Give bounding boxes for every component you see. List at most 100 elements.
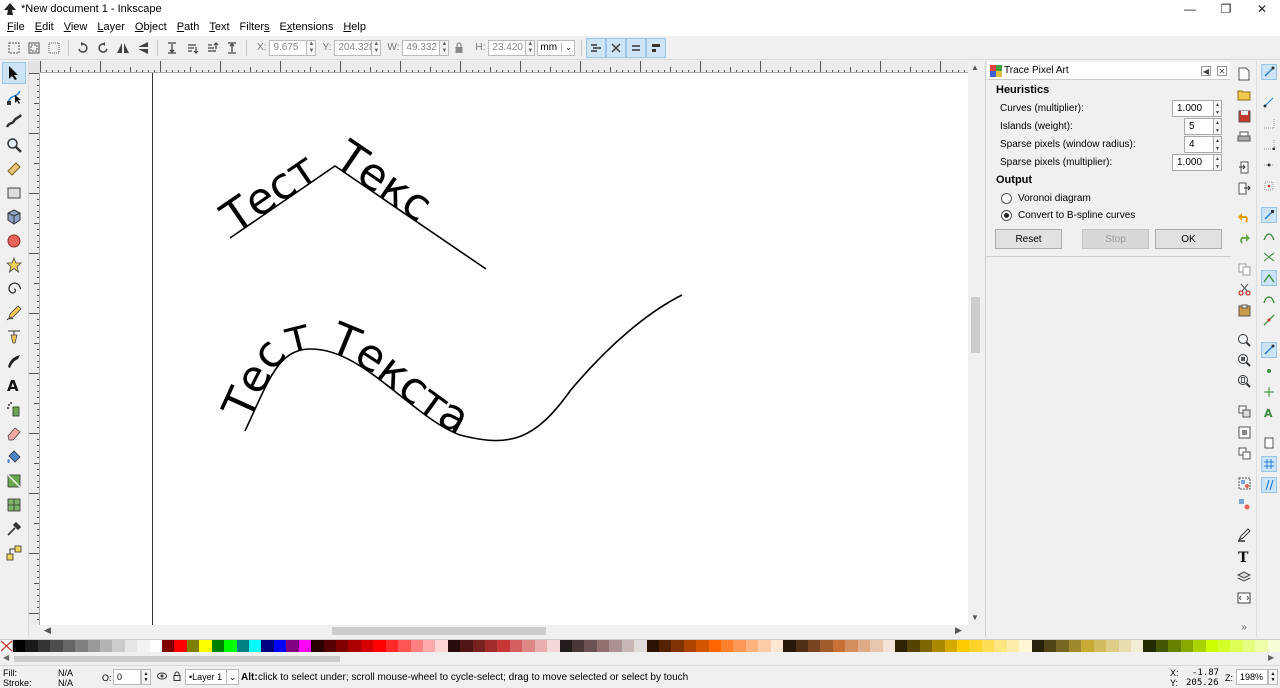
color-swatch[interactable] bbox=[485, 640, 498, 652]
color-swatch[interactable] bbox=[75, 640, 88, 652]
sparse-radius-input[interactable]: 4 bbox=[1184, 136, 1214, 153]
color-swatch[interactable] bbox=[286, 640, 299, 652]
palette-scroll-right-icon[interactable]: ▶ bbox=[1268, 653, 1274, 662]
calligraphy-tool[interactable] bbox=[2, 350, 26, 372]
bspline-option[interactable]: Convert to B-spline curves bbox=[1001, 207, 1135, 223]
drawing-canvas[interactable]: Тест Текс Тест Текста bbox=[40, 73, 968, 625]
color-swatch[interactable] bbox=[733, 640, 746, 652]
scale-stroke-icon[interactable] bbox=[585, 37, 606, 58]
opacity-input[interactable]: 0 bbox=[113, 669, 141, 685]
layers-icon[interactable] bbox=[1236, 569, 1252, 585]
zoom-selection-icon[interactable] bbox=[1236, 332, 1252, 348]
color-swatch[interactable] bbox=[435, 640, 448, 652]
palette-scroll-left-icon[interactable]: ◀ bbox=[3, 653, 9, 662]
clone-icon[interactable] bbox=[1236, 424, 1252, 440]
color-swatch[interactable] bbox=[857, 640, 871, 652]
horizontal-scrollbar[interactable]: ◀ ▶ bbox=[40, 625, 968, 637]
dialog-tab[interactable]: Trace Pixel Art ◀ ✕ bbox=[987, 62, 1230, 80]
unit-select[interactable]: mm ⌄ bbox=[537, 39, 575, 56]
color-swatch[interactable] bbox=[683, 640, 697, 652]
color-swatch[interactable] bbox=[398, 640, 411, 652]
minimize-button[interactable]: — bbox=[1172, 0, 1208, 18]
color-swatch[interactable] bbox=[348, 640, 361, 652]
cut-icon[interactable] bbox=[1236, 281, 1252, 297]
curves-multiplier-input[interactable]: 1.000 bbox=[1172, 100, 1214, 117]
color-swatch[interactable] bbox=[87, 640, 100, 652]
gradient-tool[interactable] bbox=[2, 470, 26, 492]
snap-paths-icon[interactable] bbox=[1261, 228, 1277, 244]
snap-page-border-icon[interactable] bbox=[1261, 435, 1277, 451]
color-swatch[interactable] bbox=[832, 640, 846, 652]
color-swatch[interactable] bbox=[162, 640, 175, 652]
color-swatch[interactable] bbox=[360, 640, 374, 652]
more-commands-icon[interactable]: » bbox=[1236, 619, 1252, 635]
save-icon[interactable] bbox=[1236, 108, 1252, 124]
menu-item-edit[interactable]: Edit bbox=[30, 21, 59, 33]
color-swatch[interactable] bbox=[969, 640, 982, 652]
color-swatch[interactable] bbox=[1230, 640, 1243, 652]
color-swatch[interactable] bbox=[1205, 640, 1218, 652]
color-swatch[interactable] bbox=[808, 640, 821, 652]
color-swatch[interactable] bbox=[1019, 640, 1032, 652]
fill-value[interactable]: N/A bbox=[58, 668, 73, 678]
color-swatch[interactable] bbox=[944, 640, 958, 652]
unlink-clone-icon[interactable] bbox=[1236, 445, 1252, 461]
redo-icon[interactable] bbox=[1236, 230, 1252, 246]
color-swatch[interactable] bbox=[957, 640, 970, 652]
color-swatch[interactable] bbox=[1180, 640, 1194, 652]
color-swatch[interactable] bbox=[547, 640, 560, 652]
palette-scroll-thumb[interactable] bbox=[14, 656, 340, 662]
color-swatch[interactable] bbox=[99, 640, 113, 652]
color-swatch[interactable] bbox=[882, 640, 895, 652]
color-swatch[interactable] bbox=[1081, 640, 1094, 652]
scroll-down-icon[interactable]: ▼ bbox=[971, 613, 979, 622]
sparse-multiplier-spinner[interactable]: ▲ ▼ bbox=[1214, 154, 1222, 171]
horizontal-ruler[interactable] bbox=[40, 61, 968, 73]
color-swatch[interactable] bbox=[894, 640, 908, 652]
color-swatch[interactable] bbox=[311, 640, 324, 652]
eye-visible-icon[interactable] bbox=[157, 672, 167, 682]
color-swatch[interactable] bbox=[249, 640, 262, 652]
color-swatch[interactable] bbox=[410, 640, 423, 652]
bottom-path-text[interactable]: Тест Текста bbox=[212, 308, 478, 445]
fill-stroke-icon[interactable] bbox=[1236, 527, 1252, 543]
opacity-spinner[interactable]: ▲ ▼ bbox=[141, 669, 151, 685]
snap-smooth-nodes-icon[interactable] bbox=[1261, 291, 1277, 307]
open-folder-icon[interactable] bbox=[1236, 87, 1252, 103]
color-swatch[interactable] bbox=[534, 640, 548, 652]
rotate-ccw-icon[interactable] bbox=[75, 40, 91, 56]
tweak-tool[interactable] bbox=[2, 110, 26, 132]
color-swatch[interactable] bbox=[199, 640, 212, 652]
color-swatch[interactable] bbox=[795, 640, 808, 652]
paste-icon[interactable] bbox=[1236, 302, 1252, 318]
maximize-button[interactable]: ❐ bbox=[1208, 0, 1244, 18]
color-swatch[interactable] bbox=[137, 640, 150, 652]
w-input[interactable]: 49.332 bbox=[402, 39, 441, 56]
color-swatch[interactable] bbox=[112, 640, 125, 652]
text-font-icon[interactable]: T bbox=[1236, 548, 1252, 564]
color-swatch[interactable] bbox=[422, 640, 436, 652]
scroll-up-icon[interactable]: ▲ bbox=[971, 63, 979, 72]
color-swatch[interactable] bbox=[559, 640, 572, 652]
menu-item-object[interactable]: Object bbox=[130, 21, 172, 33]
measure-tool[interactable] bbox=[2, 158, 26, 180]
color-swatch[interactable] bbox=[472, 640, 486, 652]
raise-to-top-icon[interactable] bbox=[224, 40, 240, 56]
color-swatch[interactable] bbox=[25, 640, 38, 652]
color-swatch[interactable] bbox=[783, 640, 796, 652]
layer-select[interactable]: •Layer 1 ⌄ bbox=[185, 669, 239, 685]
color-swatch[interactable] bbox=[1155, 640, 1169, 652]
color-swatch[interactable] bbox=[149, 640, 163, 652]
color-swatch[interactable] bbox=[497, 640, 510, 652]
islands-weight-spinner[interactable]: ▲ ▼ bbox=[1214, 118, 1222, 135]
snap-bbox-icon[interactable] bbox=[1261, 94, 1277, 110]
selector-tool[interactable] bbox=[2, 62, 26, 84]
menu-item-file[interactable]: File bbox=[2, 21, 30, 33]
voronoi-radio[interactable] bbox=[1001, 192, 1012, 204]
color-swatch[interactable] bbox=[273, 640, 287, 652]
color-swatch[interactable] bbox=[373, 640, 386, 652]
flip-vertical-icon[interactable] bbox=[135, 40, 151, 56]
lock-ratio-icon[interactable] bbox=[451, 40, 467, 56]
color-swatch[interactable] bbox=[584, 640, 597, 652]
color-swatch[interactable] bbox=[981, 640, 995, 652]
